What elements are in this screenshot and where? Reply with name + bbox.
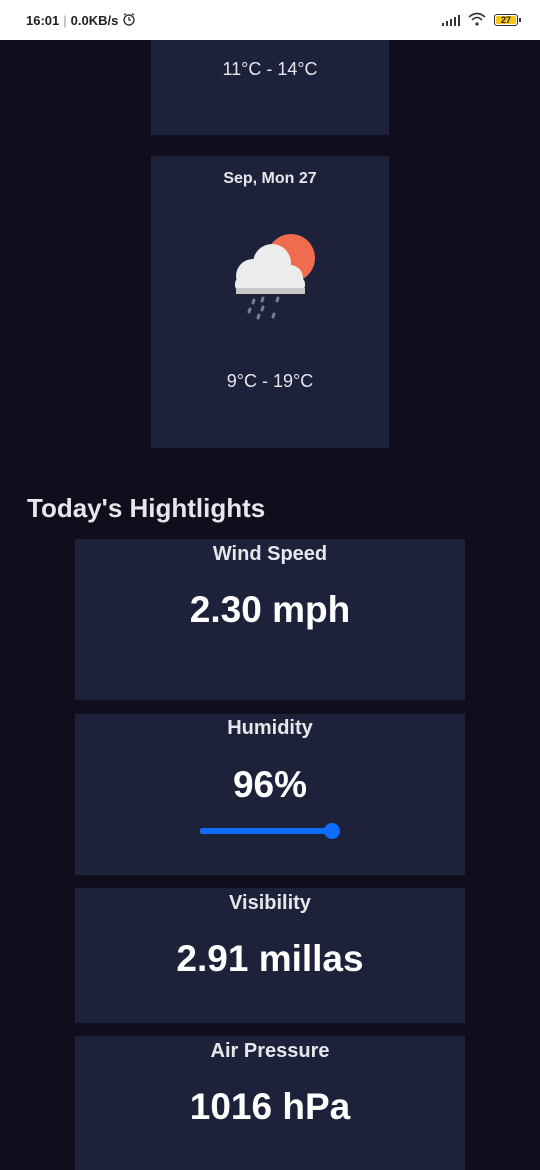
air-pressure-card: Air Pressure 1016 hPa — [75, 1036, 465, 1170]
wifi-icon — [468, 12, 486, 29]
visibility-card: Visibility 2.91 millas — [75, 888, 465, 1023]
battery-level: 27 — [500, 15, 511, 25]
air-pressure-value: 1016 hPa — [189, 1086, 351, 1127]
forecast-temp-range: 9°C - 19°C — [226, 371, 314, 391]
wind-speed-label: Wind Speed — [212, 543, 328, 565]
status-time: 16:01 — [26, 12, 60, 28]
visibility-label: Visibility — [229, 892, 311, 914]
light-rain-icon — [221, 226, 321, 326]
alarm-icon — [122, 12, 136, 29]
wind-speed-value: 2.30 mph — [189, 589, 351, 630]
highlights-title: Today's Hightlights — [27, 493, 266, 523]
status-separator: | — [63, 12, 67, 28]
forecast-date: Sep, Mon 27 — [223, 170, 317, 187]
wind-speed-card: Wind Speed 2.30 mph — [75, 539, 465, 700]
visibility-value: 2.91 millas — [176, 938, 364, 979]
humidity-slider-fill — [200, 828, 335, 834]
humidity-label: Humidity — [227, 717, 313, 739]
air-pressure-label: Air Pressure — [210, 1040, 330, 1062]
humidity-slider[interactable] — [200, 823, 340, 839]
signal-icon — [442, 14, 460, 26]
forecast-temp-range: 11°C - 14°C — [222, 59, 318, 79]
humidity-card: Humidity 96% — [75, 714, 465, 875]
humidity-slider-thumb[interactable] — [324, 823, 340, 839]
humidity-value: 96% — [232, 764, 308, 805]
forecast-card: Sep, Mon 27 9°C - 19°C — [151, 156, 389, 448]
status-speed: 0.0KB/s — [70, 12, 119, 28]
forecast-card: 11°C - 14°C — [151, 40, 389, 135]
status-bar: 16:01 | 0.0KB/s 27 — [0, 0, 540, 40]
battery-icon: 27 — [494, 14, 521, 26]
